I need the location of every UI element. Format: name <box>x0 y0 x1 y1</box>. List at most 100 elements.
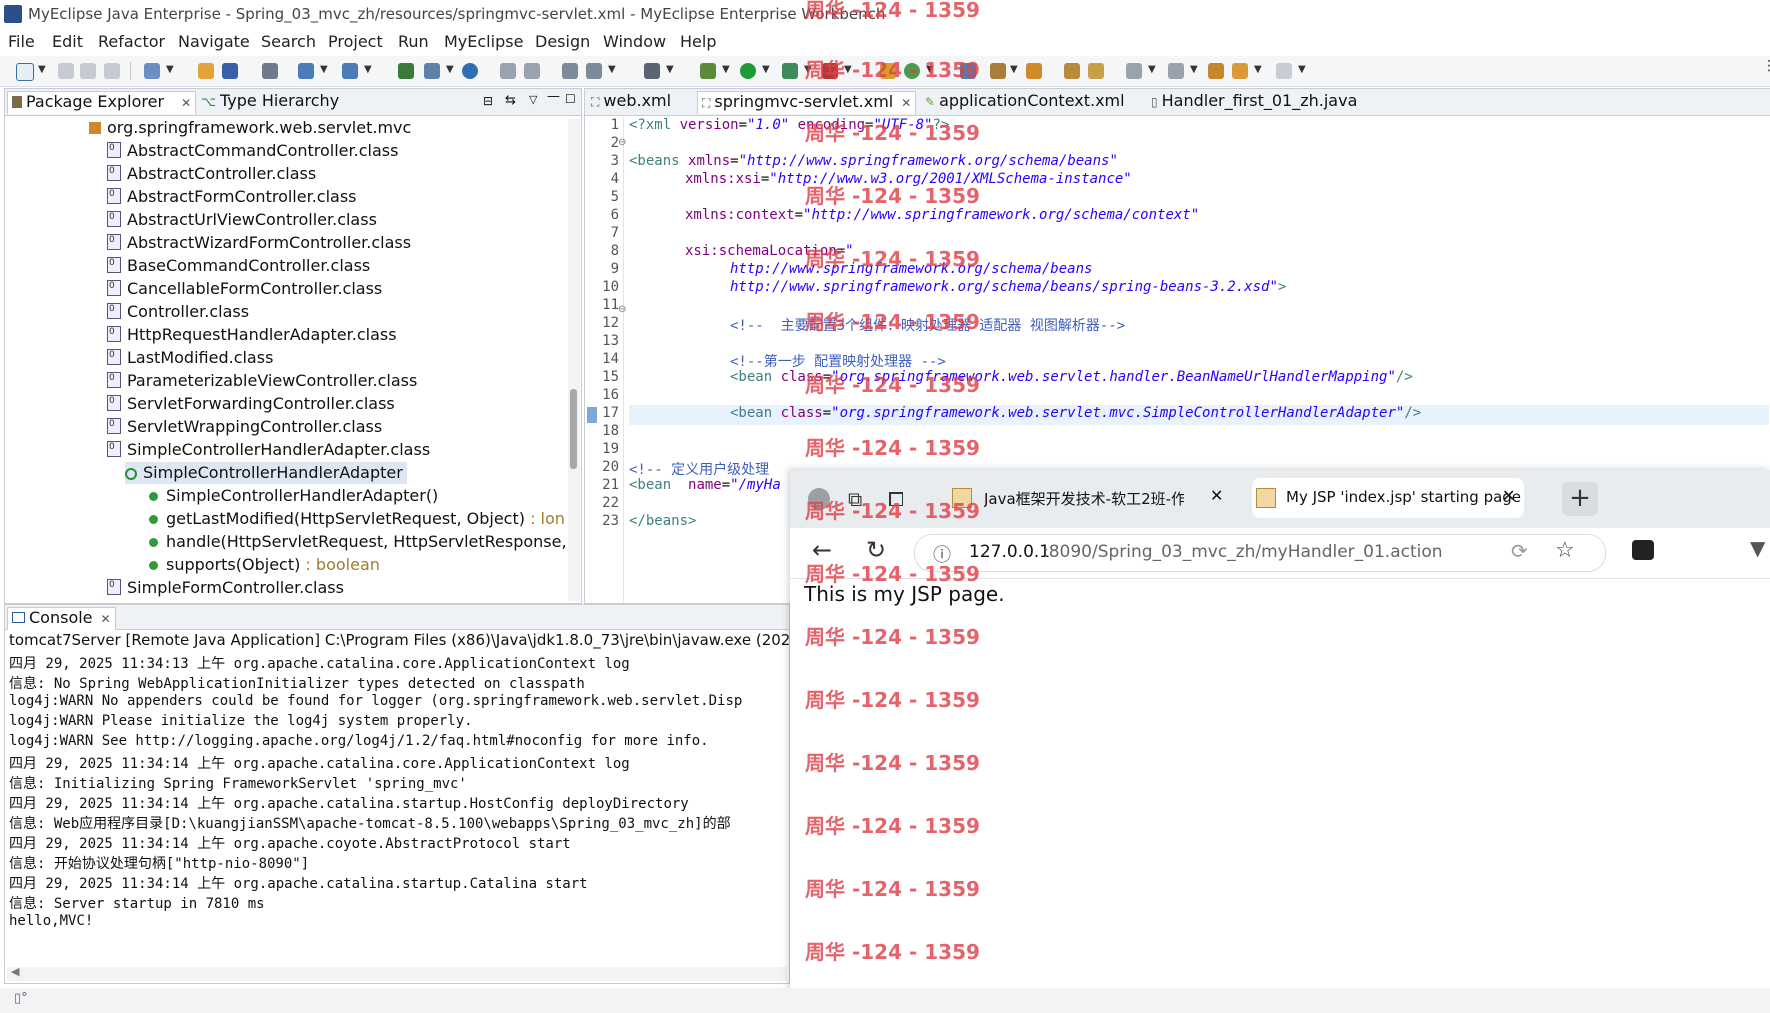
tab-type-hierarchy[interactable]: ⌥ Type Hierarchy <box>197 91 343 113</box>
tree-member-node[interactable]: getLastModified(HttpServletRequest, Obje… <box>149 508 565 530</box>
last-edit-icon[interactable] <box>1208 63 1224 79</box>
window-icon[interactable] <box>644 63 660 79</box>
tab-web-xml[interactable]: ⛶ web.xml <box>587 91 675 113</box>
open-type-icon[interactable] <box>262 63 278 79</box>
save-all-icon[interactable] <box>80 63 96 79</box>
menu-window[interactable]: Window <box>603 32 666 51</box>
save-icon[interactable] <box>58 63 74 79</box>
globe-icon[interactable] <box>462 63 478 79</box>
toolbar-overflow-icon[interactable]: ⋮ <box>1762 58 1770 74</box>
minimize-icon[interactable]: — <box>547 89 560 104</box>
refresh-icon[interactable] <box>524 63 540 79</box>
new-project-dropdown-arrow[interactable]: ▼ <box>166 64 174 75</box>
address-bar[interactable]: ⓘ 127.0.0.1 :8090/Spring_03_mvc_zh/myHan… <box>914 534 1606 572</box>
tree-package-node[interactable]: org.springframework.web.servlet.mvc <box>89 117 411 139</box>
menu-project[interactable]: Project <box>328 32 383 51</box>
tree-class-node[interactable]: AbstractWizardFormController.class <box>107 229 411 254</box>
task-icon[interactable] <box>1088 63 1104 79</box>
deploy-icon[interactable] <box>298 63 314 79</box>
menu-edit[interactable]: Edit <box>52 32 83 51</box>
scroll-left-icon[interactable]: ◀ <box>11 965 19 978</box>
next-annotation-icon[interactable] <box>1126 63 1142 79</box>
jsp-dropdown-arrow[interactable]: ▼ <box>446 64 454 75</box>
tab-application-context-xml[interactable]: ✎ applicationContext.xml <box>921 91 1129 113</box>
server-icon[interactable] <box>342 63 358 79</box>
annotation-icon[interactable] <box>1064 63 1080 79</box>
new-project-icon[interactable] <box>144 63 160 79</box>
menu-run[interactable]: Run <box>398 32 429 51</box>
run-icon[interactable] <box>740 63 756 79</box>
menu-refactor[interactable]: Refactor <box>98 32 165 51</box>
menu-navigate[interactable]: Navigate <box>178 32 250 51</box>
close-tab-icon[interactable]: ✕ <box>1502 486 1515 505</box>
print-icon[interactable] <box>104 63 120 79</box>
new-icon[interactable] <box>16 63 34 81</box>
tree-class-node[interactable]: ParameterizableViewController.class <box>107 367 417 392</box>
tree-scrollbar[interactable] <box>568 119 580 601</box>
favorite-star-icon[interactable]: ☆ <box>1555 538 1575 563</box>
browser-tab-jsp[interactable]: My JSP 'index.jsp' starting page ✕ <box>1252 478 1524 518</box>
search-icon[interactable] <box>1026 63 1042 79</box>
tree-class-node[interactable]: AbstractCommandController.class <box>107 137 398 162</box>
prev-annotation-icon[interactable] <box>1168 63 1184 79</box>
menu-myeclipse[interactable]: MyEclipse <box>444 32 523 51</box>
maximize-icon[interactable]: ☐ <box>565 92 576 106</box>
tab-console[interactable]: Console ✕ <box>7 607 116 630</box>
tree-class-node[interactable]: SimpleFormController.class <box>107 574 344 599</box>
extension-icon[interactable] <box>1632 540 1654 560</box>
menu-search[interactable]: Search <box>261 32 316 51</box>
pencil-icon[interactable] <box>990 63 1006 79</box>
palette-icon[interactable] <box>586 63 602 79</box>
close-icon[interactable]: ✕ <box>901 96 911 110</box>
tree-class-node[interactable]: BaseCommandController.class <box>107 252 370 277</box>
tree-class-node[interactable]: AbstractController.class <box>107 160 316 185</box>
tree-scrollbar-thumb[interactable] <box>570 389 577 469</box>
tab-handler-java[interactable]: ▯ Handler_first_01_zh.java <box>1147 91 1361 113</box>
back-icon[interactable] <box>1232 63 1248 79</box>
close-icon[interactable]: ✕ <box>181 96 191 110</box>
collapse-all-icon[interactable]: ⊟ <box>483 94 493 108</box>
view-menu-icon[interactable]: ▽ <box>529 93 537 106</box>
tree-class-node[interactable]: LastModified.class <box>107 344 273 369</box>
console-output[interactable]: 四月 29, 2025 11:34:13 上午 org.apache.catal… <box>9 653 785 969</box>
tree-class-node[interactable]: SimpleControllerHandlerAdapter.class <box>107 436 430 461</box>
menu-design[interactable]: Design <box>535 32 590 51</box>
server-dropdown-arrow[interactable]: ▼ <box>364 64 372 75</box>
tree-class-node[interactable]: AbstractUrlViewController.class <box>107 206 377 231</box>
tab-package-explorer[interactable]: Package Explorer ✕ <box>7 91 197 114</box>
menu-file[interactable]: File <box>8 32 35 51</box>
jsp-icon[interactable] <box>424 63 440 79</box>
folder-icon[interactable] <box>500 63 516 79</box>
external-tools-icon[interactable] <box>782 63 798 79</box>
browser-tab-assignment[interactable]: Java框架开发技术-软工2班-作业 ✕ <box>948 478 1232 518</box>
new-tab-button[interactable]: + <box>1562 482 1598 516</box>
forward-icon[interactable] <box>1276 63 1292 79</box>
next-annotation-dropdown-arrow[interactable]: ▼ <box>1148 64 1156 75</box>
fast-view-icon[interactable]: ▯° <box>14 991 28 1006</box>
prev-annotation-dropdown-arrow[interactable]: ▼ <box>1190 64 1198 75</box>
debug-icon[interactable] <box>700 63 716 79</box>
menu-help[interactable]: Help <box>680 32 716 51</box>
tree-class-node[interactable]: ServletForwardingController.class <box>107 390 395 415</box>
debug-dropdown-arrow[interactable]: ▼ <box>722 64 730 75</box>
web-icon[interactable] <box>398 63 414 79</box>
tree-member-node[interactable]: handle(HttpServletRequest, HttpServletRe… <box>149 531 565 553</box>
palette-dropdown-arrow[interactable]: ▼ <box>608 64 616 75</box>
tree-class-node[interactable]: HttpRequestHandlerAdapter.class <box>107 321 397 346</box>
fold-icon[interactable]: ⊖ <box>618 304 626 315</box>
window-dropdown-arrow[interactable]: ▼ <box>666 64 674 75</box>
tree-selected-class-node[interactable]: SimpleControllerHandlerAdapter <box>125 462 407 484</box>
tab-springmvc-servlet-xml[interactable]: ⛶ springmvc-servlet.xml ✕ <box>697 91 917 114</box>
back-dropdown-arrow[interactable]: ▼ <box>1254 64 1262 75</box>
close-icon[interactable]: ✕ <box>101 612 111 626</box>
close-tab-icon[interactable]: ✕ <box>1210 486 1223 505</box>
link-with-editor-icon[interactable]: ⇆ <box>505 93 516 108</box>
new-dropdown-arrow[interactable]: ▼ <box>38 64 46 75</box>
fold-icon[interactable]: ⊖ <box>618 137 626 148</box>
deploy-dropdown-arrow[interactable]: ▼ <box>320 64 328 75</box>
run-dropdown-arrow[interactable]: ▼ <box>762 64 770 75</box>
menu-chevron-icon[interactable]: ▼ <box>1750 536 1765 560</box>
package-icon[interactable] <box>198 63 214 79</box>
tree-class-node[interactable]: AbstractFormController.class <box>107 183 357 208</box>
tree-class-node[interactable]: Controller.class <box>107 298 249 323</box>
